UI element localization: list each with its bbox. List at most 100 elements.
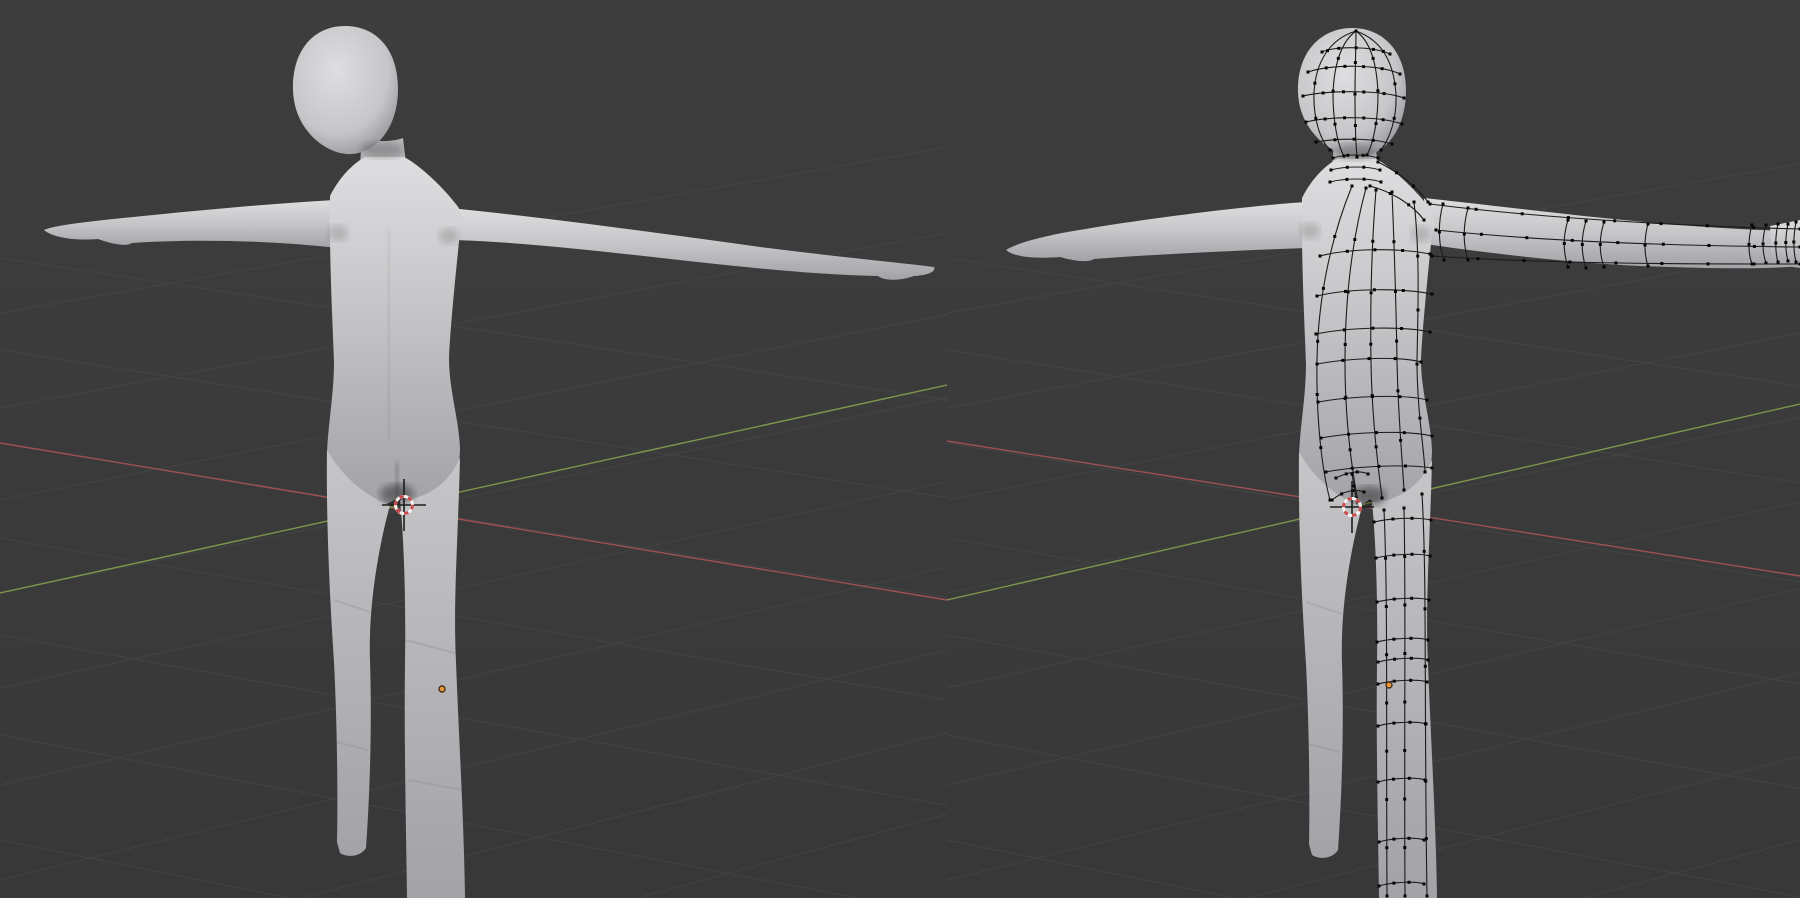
mesh-vertex[interactable] [1389,53,1392,56]
mesh-vertex[interactable] [1403,97,1406,100]
mesh-vertex[interactable] [1375,557,1378,560]
mesh-vertex[interactable] [1403,749,1406,752]
mesh-vertex[interactable] [1356,156,1359,159]
mesh-vertex[interactable] [1384,557,1387,560]
mesh-vertex[interactable] [1344,290,1347,293]
mesh-vertex[interactable] [1371,327,1374,330]
mesh-vertex[interactable] [1396,389,1399,392]
mesh-vertex[interactable] [1795,221,1798,224]
mesh-vertex[interactable] [1383,92,1386,95]
mesh-vertex[interactable] [1647,265,1650,268]
mesh-vertex[interactable] [1410,637,1413,640]
mesh-vertex[interactable] [1315,141,1318,144]
mesh-vertex[interactable] [1349,448,1352,451]
mesh-vertex[interactable] [1377,683,1380,686]
mesh-vertex[interactable] [1376,89,1379,92]
mesh-vertex[interactable] [1346,250,1349,253]
mesh-vertex[interactable] [1660,222,1663,225]
mesh-vertex[interactable] [1340,492,1343,495]
mesh-vertex[interactable] [1429,203,1432,206]
mesh-vertex[interactable] [1375,445,1378,448]
mesh-vertex[interactable] [1401,249,1404,252]
mesh-vertex[interactable] [1525,236,1528,239]
mesh-vertex[interactable] [1403,701,1406,704]
mesh-vertex[interactable] [1365,187,1368,190]
mesh-vertex[interactable] [1423,883,1426,886]
mesh-vertex[interactable] [1431,435,1434,438]
mesh-vertex[interactable] [1424,779,1427,782]
mesh-vertex[interactable] [1751,224,1754,227]
mesh-vertex[interactable] [1417,309,1420,312]
mesh-vertex[interactable] [1762,243,1765,246]
mesh-vertex[interactable] [1431,467,1434,470]
mesh-vertex[interactable] [1431,255,1434,258]
mesh-vertex[interactable] [1382,118,1385,121]
mesh-vertex[interactable] [1475,208,1478,211]
mesh-vertex[interactable] [1792,241,1795,244]
mesh-vertex[interactable] [1426,895,1429,898]
mesh-vertex[interactable] [1467,207,1470,210]
mesh-vertex[interactable] [1316,363,1319,366]
mesh-vertex[interactable] [1332,90,1335,93]
mesh-vertex[interactable] [1331,499,1334,502]
mesh-vertex[interactable] [1381,67,1384,70]
mesh-vertex[interactable] [1393,680,1396,683]
mesh-vertex[interactable] [1401,123,1404,126]
mesh-vertex[interactable] [1385,653,1388,656]
mesh-vertex[interactable] [1347,433,1350,436]
mesh-vertex[interactable] [1356,470,1359,473]
mesh-vertex[interactable] [1603,266,1606,269]
mesh-vertex[interactable] [1418,417,1421,420]
mesh-vertex[interactable] [1567,266,1570,269]
mesh-vertex[interactable] [1429,331,1432,334]
mesh-vertex[interactable] [1408,777,1411,780]
mesh-vertex[interactable] [1403,431,1406,434]
mesh-vertex[interactable] [1428,599,1431,602]
mesh-vertex[interactable] [1378,885,1381,888]
mesh-vertex[interactable] [1585,220,1588,223]
mesh-vertex[interactable] [1370,291,1373,294]
mesh-vertex[interactable] [1314,117,1317,120]
mesh-vertex[interactable] [1426,399,1429,402]
mesh-vertex[interactable] [1325,66,1328,69]
mesh-vertex[interactable] [1399,439,1402,442]
mesh-vertex[interactable] [1443,259,1446,262]
mesh-vertex[interactable] [1305,121,1308,124]
mesh-vertex[interactable] [1435,229,1438,232]
mesh-vertex[interactable] [1392,554,1395,557]
mesh-vertex[interactable] [1351,185,1354,188]
mesh-vertex[interactable] [1616,241,1619,244]
mesh-vertex[interactable] [1581,243,1584,246]
mesh-vertex[interactable] [1334,123,1337,126]
mesh-vertex[interactable] [1325,471,1328,474]
mesh-vertex[interactable] [1571,239,1574,242]
mesh-vertex[interactable] [1409,721,1412,724]
mesh-vertex[interactable] [1375,189,1378,192]
mesh-vertex[interactable] [1391,143,1394,146]
mesh-vertex[interactable] [1787,223,1790,226]
mesh-vertex[interactable] [1330,169,1333,172]
mesh-vertex[interactable] [1377,465,1380,468]
mesh-vertex[interactable] [1403,507,1406,510]
mesh-vertex[interactable] [1774,242,1777,245]
mesh-vertex[interactable] [1662,243,1665,246]
mesh-vertex[interactable] [1521,212,1524,215]
mesh-vertex[interactable] [1376,641,1379,644]
mesh-vertex[interactable] [1408,837,1411,840]
mesh-vertex[interactable] [1369,185,1372,188]
mesh-vertex[interactable] [1426,681,1429,684]
mesh-vertex[interactable] [1480,233,1483,236]
mesh-vertex[interactable] [1377,157,1380,160]
mesh-vertex[interactable] [1392,722,1395,725]
mesh-vertex[interactable] [1380,181,1383,184]
mesh-vertex[interactable] [1367,473,1370,476]
mesh-vertex[interactable] [1394,357,1397,360]
mesh-vertex[interactable] [1322,287,1325,290]
mesh-vertex[interactable] [1777,223,1780,226]
mesh-vertex[interactable] [1644,244,1647,247]
mesh-vertex[interactable] [1431,293,1434,296]
mesh-vertex[interactable] [1392,882,1395,885]
mesh-vertex[interactable] [1522,259,1525,262]
mesh-vertex[interactable] [1403,798,1406,801]
mesh-vertex[interactable] [1423,839,1426,842]
